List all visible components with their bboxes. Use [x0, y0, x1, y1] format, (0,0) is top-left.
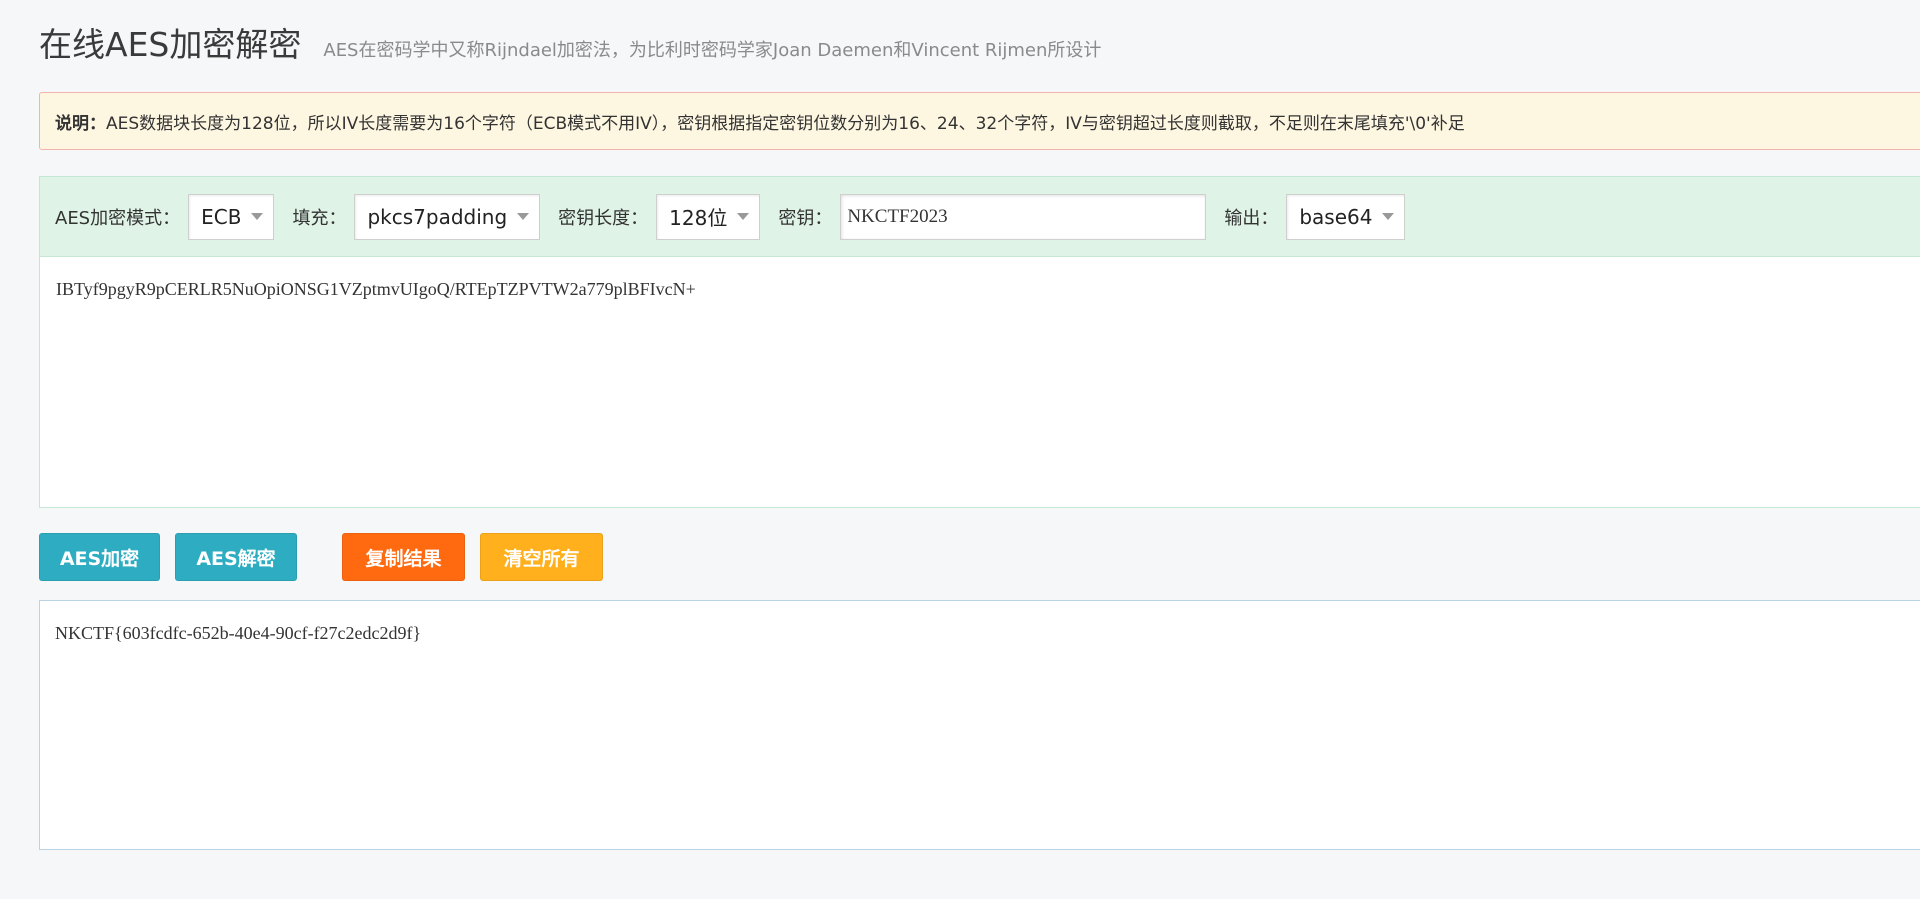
mode-label: AES加密模式： [55, 207, 181, 229]
options-bar: AES加密模式： ECB 填充： pkcs7padding 密钥长度： 128位… [39, 176, 1920, 256]
key-length-label: 密钥长度： [558, 207, 649, 229]
copy-result-button[interactable]: 复制结果 [342, 533, 465, 581]
padding-select[interactable]: pkcs7padding [354, 193, 541, 240]
mode-select-value: ECB [201, 204, 242, 229]
notice-label: 说明： [55, 113, 106, 134]
page-title: 在线AES加密解密 [39, 25, 302, 64]
notice-text: AES数据块长度为128位，所以IV长度需要为16个字符（ECB模式不用IV），… [106, 113, 1465, 134]
key-length-select-value: 128位 [669, 206, 728, 230]
output-textarea[interactable]: NKCTF{603fcdfc-652b-40e4-90cf-f27c2edc2d… [39, 600, 1920, 850]
clear-all-button[interactable]: 清空所有 [480, 533, 603, 581]
chevron-down-icon [737, 213, 750, 220]
chevron-down-icon [517, 213, 530, 220]
mode-select[interactable]: ECB [188, 193, 275, 240]
output-format-select[interactable]: base64 [1286, 193, 1406, 240]
key-label: 密钥： [778, 207, 833, 229]
aes-encrypt-button[interactable]: AES加密 [39, 533, 160, 581]
chevron-down-icon [251, 213, 264, 220]
key-length-select[interactable]: 128位 [656, 193, 761, 240]
output-format-select-value: base64 [1299, 204, 1373, 229]
chevron-down-icon [1382, 213, 1395, 220]
page-header: 在线AES加密解密 AES在密码学中又称Rijndael加密法，为比利时密码学家… [39, 18, 1101, 68]
input-textarea[interactable]: IBTyf9pgyR9pCERLR5NuOpiONSG1VZptmvUIgoQ/… [39, 256, 1920, 508]
key-input[interactable] [840, 193, 1207, 240]
page-subtitle: AES在密码学中又称Rijndael加密法，为比利时密码学家Joan Daeme… [323, 40, 1102, 61]
padding-select-value: pkcs7padding [367, 204, 508, 229]
padding-label: 填充： [292, 207, 347, 229]
aes-decrypt-button[interactable]: AES解密 [175, 533, 297, 581]
output-format-label: 输出： [1224, 207, 1279, 229]
notice-box: 说明： AES数据块长度为128位，所以IV长度需要为16个字符（ECB模式不用… [39, 92, 1920, 150]
